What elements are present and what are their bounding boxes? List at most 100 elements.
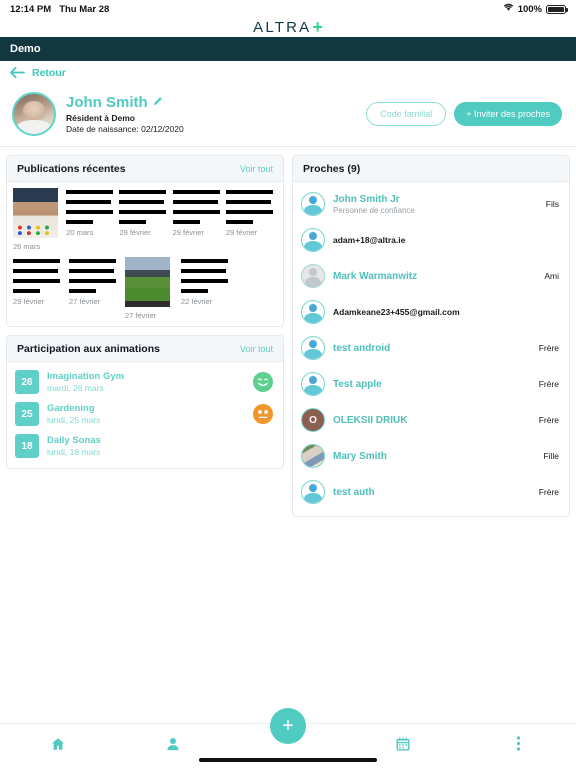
proches-header: Proches (9) (293, 156, 569, 182)
proche-info: test auth (333, 487, 375, 498)
proche-relation: Fils (545, 199, 559, 209)
publications-see-all-link[interactable]: Voir tout (240, 164, 273, 174)
proches-title: Proches (9) (303, 162, 361, 175)
publication-date: 29 février (225, 228, 258, 237)
page-title[interactable]: John Smith (66, 94, 184, 111)
app-header: Demo (0, 37, 576, 61)
list-item[interactable]: Mark Warmanwitz Ami (293, 258, 569, 294)
publication-date: 20 mars (66, 228, 94, 237)
plus-icon[interactable]: + (270, 708, 306, 744)
profile-dob: Date de naissance: 02/12/2020 (66, 124, 184, 134)
participation-name: Daily Sonas (47, 435, 101, 446)
list-item[interactable]: test android Frère (293, 330, 569, 366)
publication-item[interactable]: 29 février (172, 188, 224, 251)
list-item[interactable]: Adamkeane23+455@gmail.com (293, 294, 569, 330)
nav-more[interactable] (461, 736, 576, 756)
proche-name: test auth (333, 486, 375, 498)
publications-header: Publications récentes Voir tout (7, 156, 283, 182)
status-bar: 12:14 PM Thu Mar 28 100% (0, 0, 576, 18)
participation-day-badge: 18 (15, 434, 39, 458)
code-familial-button[interactable]: Code familial (366, 102, 447, 126)
list-item[interactable]: test auth Frère (293, 474, 569, 510)
avatar-photo (301, 444, 325, 468)
proche-info: OLEKSII DRIUK (333, 415, 407, 426)
proche-relation: Frère (538, 487, 559, 497)
proche-name: Mark Warmanwitz (333, 270, 418, 282)
publication-thumbnail (125, 257, 170, 307)
right-column: Proches (9) John Smith Jr Personne de con… (292, 155, 570, 525)
publication-date: 27 février (125, 311, 157, 320)
proche-info: Test apple (333, 379, 382, 390)
profile-info: John Smith Résident à Demo Date de naiss… (66, 94, 184, 134)
battery-full-icon (546, 4, 568, 14)
proche-relation: Frère (538, 379, 559, 389)
logo-plus-icon: + (312, 17, 323, 37)
proche-info: Mary Smith (333, 451, 387, 462)
profile-actions: Code familial + Inviter des proches (366, 102, 566, 126)
proche-subtitle: Personne de confiance (333, 205, 415, 215)
proche-info: Adamkeane23+455@gmail.com (333, 307, 460, 317)
publication-date: 29 février (13, 297, 45, 306)
nav-home[interactable] (0, 737, 115, 756)
proche-name: OLEKSII DRIUK (333, 414, 408, 426)
publication-item[interactable]: 27 février (125, 257, 179, 320)
avatar-placeholder-icon (301, 336, 325, 360)
publications-title: Publications récentes (17, 162, 126, 175)
battery-percent: 100% (517, 3, 542, 15)
publication-text-placeholder (172, 188, 220, 224)
publication-item[interactable]: 29 février (119, 188, 170, 251)
pencil-icon[interactable] (153, 96, 163, 109)
publication-item[interactable]: 29 février (13, 257, 67, 320)
publication-date: 22 février (181, 297, 213, 306)
publication-item[interactable]: 22 février (181, 257, 235, 320)
participation-info: Imagination Gym mardi, 26 mars (47, 371, 124, 393)
altra-logo: ALTRA + (253, 17, 323, 38)
publication-item[interactable]: 29 février (225, 188, 277, 251)
publications-card: Publications récentes Voir tout 26 mars 2… (6, 155, 284, 327)
back-label: Retour (32, 67, 66, 79)
avatar[interactable] (12, 92, 56, 136)
wifi-icon (503, 3, 514, 15)
proche-name: Mary Smith (333, 450, 387, 462)
participation-card: Participation aux animations Voir tout 2… (6, 335, 284, 469)
publication-item[interactable]: 27 février (69, 257, 123, 320)
publication-text-placeholder (225, 188, 273, 224)
participation-day-badge: 25 (15, 402, 39, 426)
publication-text-placeholder (69, 257, 116, 293)
participation-item[interactable]: 18 Daily Sonas lundi, 18 mars (7, 430, 283, 462)
list-item[interactable]: John Smith Jr Personne de confiance Fils (293, 186, 569, 222)
list-item[interactable]: adam+18@altra.ie (293, 222, 569, 258)
publication-text-placeholder (66, 188, 114, 224)
participation-header: Participation aux animations Voir tout (7, 336, 283, 362)
proche-name: John Smith Jr (333, 193, 400, 205)
publication-item[interactable]: 26 mars (13, 188, 64, 251)
status-bar-right: 100% (503, 3, 568, 15)
avatar-placeholder-icon (301, 480, 325, 504)
participation-item[interactable]: 25 Gardening lundi, 25 mars (7, 398, 283, 430)
nav-calendar[interactable] (346, 736, 461, 756)
proche-name: test android (333, 342, 391, 354)
participation-list: 26 Imagination Gym mardi, 26 mars 25 Gardeni… (7, 362, 283, 468)
publication-date: 29 février (119, 228, 151, 237)
proche-info: Mark Warmanwitz (333, 271, 417, 282)
publication-item[interactable]: 20 mars (66, 188, 117, 251)
nav-profile[interactable] (115, 737, 230, 756)
proche-relation: Ami (544, 271, 559, 281)
list-item[interactable]: Mary Smith Fille (293, 438, 569, 474)
back-button[interactable]: Retour (0, 61, 576, 85)
calendar-icon (396, 736, 410, 756)
participation-item[interactable]: 26 Imagination Gym mardi, 26 mars (7, 366, 283, 398)
participation-date: mardi, 26 mars (47, 383, 104, 393)
list-item[interactable]: O OLEKSII DRIUK Frère (293, 402, 569, 438)
avatar-placeholder-icon (301, 300, 325, 324)
profile-role: Résident à Demo (66, 113, 135, 123)
proches-card: Proches (9) John Smith Jr Personne de con… (292, 155, 570, 517)
avatar-placeholder-icon (301, 192, 325, 216)
participation-see-all-link[interactable]: Voir tout (240, 344, 273, 354)
invite-proches-button[interactable]: + Inviter des proches (454, 102, 562, 126)
profile-header: John Smith Résident à Demo Date de naiss… (0, 85, 576, 147)
home-icon (51, 737, 65, 756)
participation-date: lundi, 18 mars (47, 447, 101, 457)
publication-date: 26 mars (13, 242, 41, 251)
list-item[interactable]: Test apple Frère (293, 366, 569, 402)
